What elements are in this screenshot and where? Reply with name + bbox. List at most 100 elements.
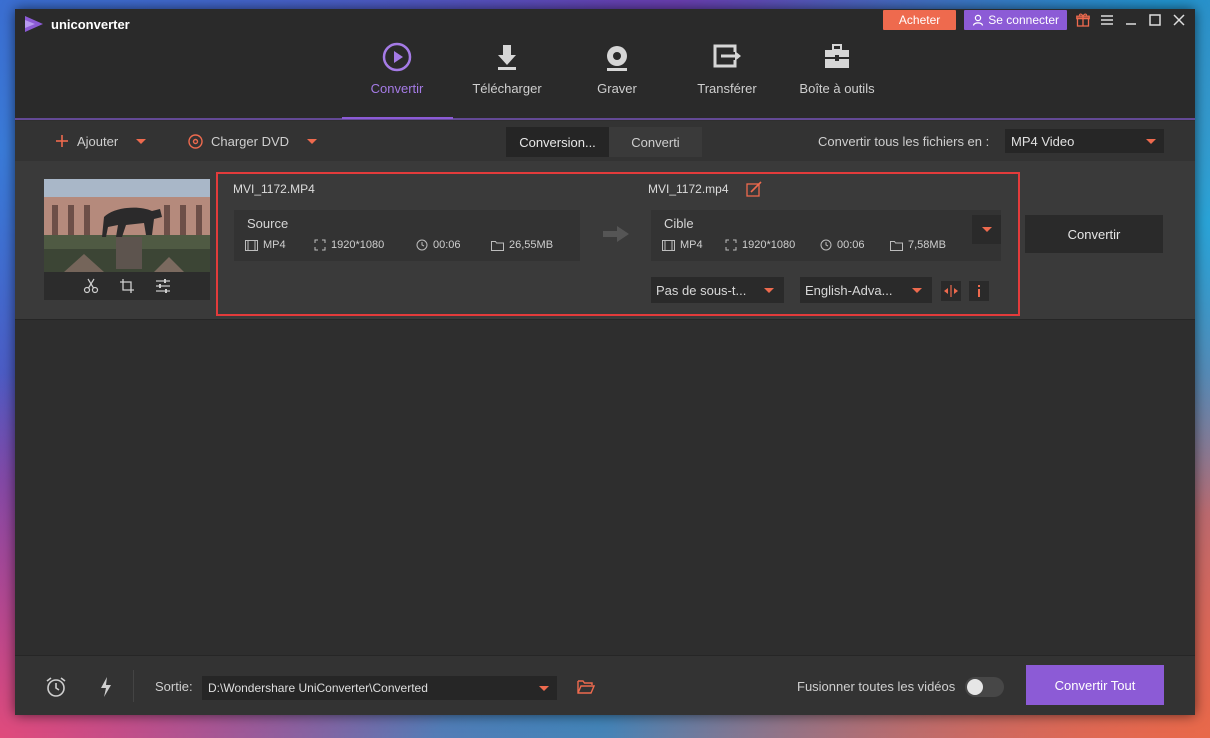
target-filename: MVI_1172.mp4	[648, 182, 729, 196]
source-title: Source	[247, 216, 289, 231]
chevron-down-icon	[539, 685, 549, 691]
output-format-select[interactable]: MP4 Video	[1005, 129, 1164, 153]
nav-transfer-label: Transférer	[697, 81, 757, 96]
convert-button[interactable]: Convertir	[1025, 215, 1163, 253]
open-folder-icon[interactable]	[577, 679, 595, 695]
nav-burn[interactable]: Graver	[562, 37, 672, 119]
main-nav: Convertir Télécharger Graver Transférer …	[342, 37, 892, 119]
status-tabs: Conversion... Converti	[506, 127, 702, 157]
nav-toolbox[interactable]: Boîte à outils	[782, 37, 892, 119]
plus-icon	[56, 135, 68, 147]
window-controls: Acheter Se connecter	[882, 10, 1187, 30]
toolbar: Ajouter Charger DVD Conversion... Conver…	[15, 121, 1195, 161]
nav-download[interactable]: Télécharger	[452, 37, 562, 119]
target-resolution-value: 1920*1080	[742, 239, 796, 251]
subtitle-select[interactable]: Pas de sous-t...	[651, 277, 784, 303]
nav-convert-label: Convertir	[370, 81, 424, 96]
add-file-button[interactable]: Ajouter	[55, 121, 147, 161]
target-title: Cible	[664, 216, 694, 231]
video-thumbnail[interactable]	[44, 179, 210, 272]
nav-active-indicator	[342, 117, 453, 119]
nav-convert[interactable]: Convertir	[342, 37, 452, 119]
play-circle-icon	[382, 42, 412, 72]
source-duration-value: 00:06	[433, 239, 461, 251]
output-path-value: D:\Wondershare UniConverter\Converted	[208, 681, 428, 695]
dvd-icon	[188, 133, 203, 149]
audio-track-select[interactable]: English-Adva...	[800, 277, 932, 303]
resolution-icon	[725, 239, 737, 251]
source-resolution: 1920*1080	[314, 239, 384, 251]
scissors-icon[interactable]	[83, 278, 99, 294]
source-size: 26,55MB	[491, 239, 553, 251]
footer-divider	[133, 670, 134, 702]
file-list: MVI_1172.MP4 MVI_1172.mp4 Source MP4 192…	[15, 161, 1195, 655]
gift-icon[interactable]	[1075, 12, 1091, 28]
folder-icon	[491, 240, 504, 251]
output-path-select[interactable]: D:\Wondershare UniConverter\Converted	[202, 676, 557, 700]
thumbnail-image	[44, 179, 210, 272]
minimize-icon[interactable]	[1123, 12, 1139, 28]
toolbox-icon	[825, 44, 849, 68]
source-size-value: 26,55MB	[509, 239, 554, 251]
film-icon	[245, 239, 258, 251]
disc-icon	[607, 46, 627, 71]
nav-download-label: Télécharger	[472, 81, 542, 96]
load-dvd-label: Charger DVD	[211, 133, 290, 149]
target-resolution: 1920*1080	[725, 239, 795, 251]
add-dropdown-caret-icon[interactable]	[136, 138, 147, 144]
login-label: Se connecter	[988, 13, 1059, 27]
adjust-sliders-icon[interactable]	[155, 278, 171, 294]
info-icon	[978, 285, 980, 297]
clock-icon	[820, 239, 832, 251]
convert-all-button[interactable]: Convertir Tout	[1026, 665, 1164, 705]
login-button[interactable]: Se connecter	[964, 10, 1067, 30]
target-format: MP4	[662, 239, 703, 251]
clock-icon	[416, 239, 428, 251]
source-info-panel: Source MP4 1920*1080 00:06 26,55MB	[234, 210, 580, 261]
edit-icon[interactable]	[746, 181, 762, 197]
target-size: 7,58MB	[890, 239, 946, 251]
download-icon	[498, 45, 516, 70]
alarm-clock-icon[interactable]	[45, 676, 67, 698]
output-format-value: MP4 Video	[1011, 133, 1075, 149]
source-format-value: MP4	[263, 239, 286, 251]
load-dvd-button[interactable]: Charger DVD	[188, 121, 318, 161]
nav-toolbox-label: Boîte à outils	[799, 81, 875, 96]
app-logo: uniconverter	[25, 16, 130, 32]
chevron-down-icon	[912, 287, 922, 293]
source-duration: 00:06	[416, 239, 461, 251]
add-file-label: Ajouter	[77, 133, 119, 149]
transfer-icon	[713, 44, 741, 68]
target-info-panel: Cible MP4 1920*1080 00:06 7,58MB	[651, 210, 1001, 261]
maximize-icon[interactable]	[1147, 12, 1163, 28]
merge-videos-label: Fusionner toutes les vidéos	[797, 678, 956, 694]
target-format-value: MP4	[680, 239, 703, 251]
arrow-right-icon	[603, 226, 629, 242]
crop-icon[interactable]	[119, 278, 135, 294]
dvd-dropdown-caret-icon[interactable]	[307, 138, 318, 144]
target-duration-value: 00:06	[837, 239, 865, 251]
target-size-value: 7,58MB	[908, 239, 946, 251]
lightning-icon[interactable]	[99, 676, 113, 698]
tab-converted[interactable]: Converti	[609, 127, 702, 157]
menu-icon[interactable]	[1099, 12, 1115, 28]
toggle-knob	[967, 679, 983, 695]
file-item: MVI_1172.MP4 MVI_1172.mp4 Source MP4 192…	[15, 161, 1195, 320]
chevron-down-icon	[764, 287, 774, 293]
header-divider	[15, 118, 1195, 120]
thumbnail-tools	[44, 272, 210, 300]
tab-converting[interactable]: Conversion...	[506, 127, 609, 157]
info-button[interactable]	[969, 281, 989, 301]
close-icon[interactable]	[1171, 12, 1187, 28]
output-label: Sortie:	[155, 678, 193, 694]
nav-transfer[interactable]: Transférer	[672, 37, 782, 119]
audio-track-value: English-Adva...	[805, 282, 893, 298]
target-settings-dropdown[interactable]	[972, 215, 1001, 244]
split-icon	[944, 285, 958, 297]
buy-button[interactable]: Acheter	[882, 10, 957, 30]
merge-split-button[interactable]	[941, 281, 961, 301]
source-filename: MVI_1172.MP4	[233, 182, 315, 196]
film-icon	[662, 239, 675, 251]
merge-videos-toggle[interactable]	[965, 677, 1004, 697]
nav-burn-label: Graver	[597, 81, 637, 96]
